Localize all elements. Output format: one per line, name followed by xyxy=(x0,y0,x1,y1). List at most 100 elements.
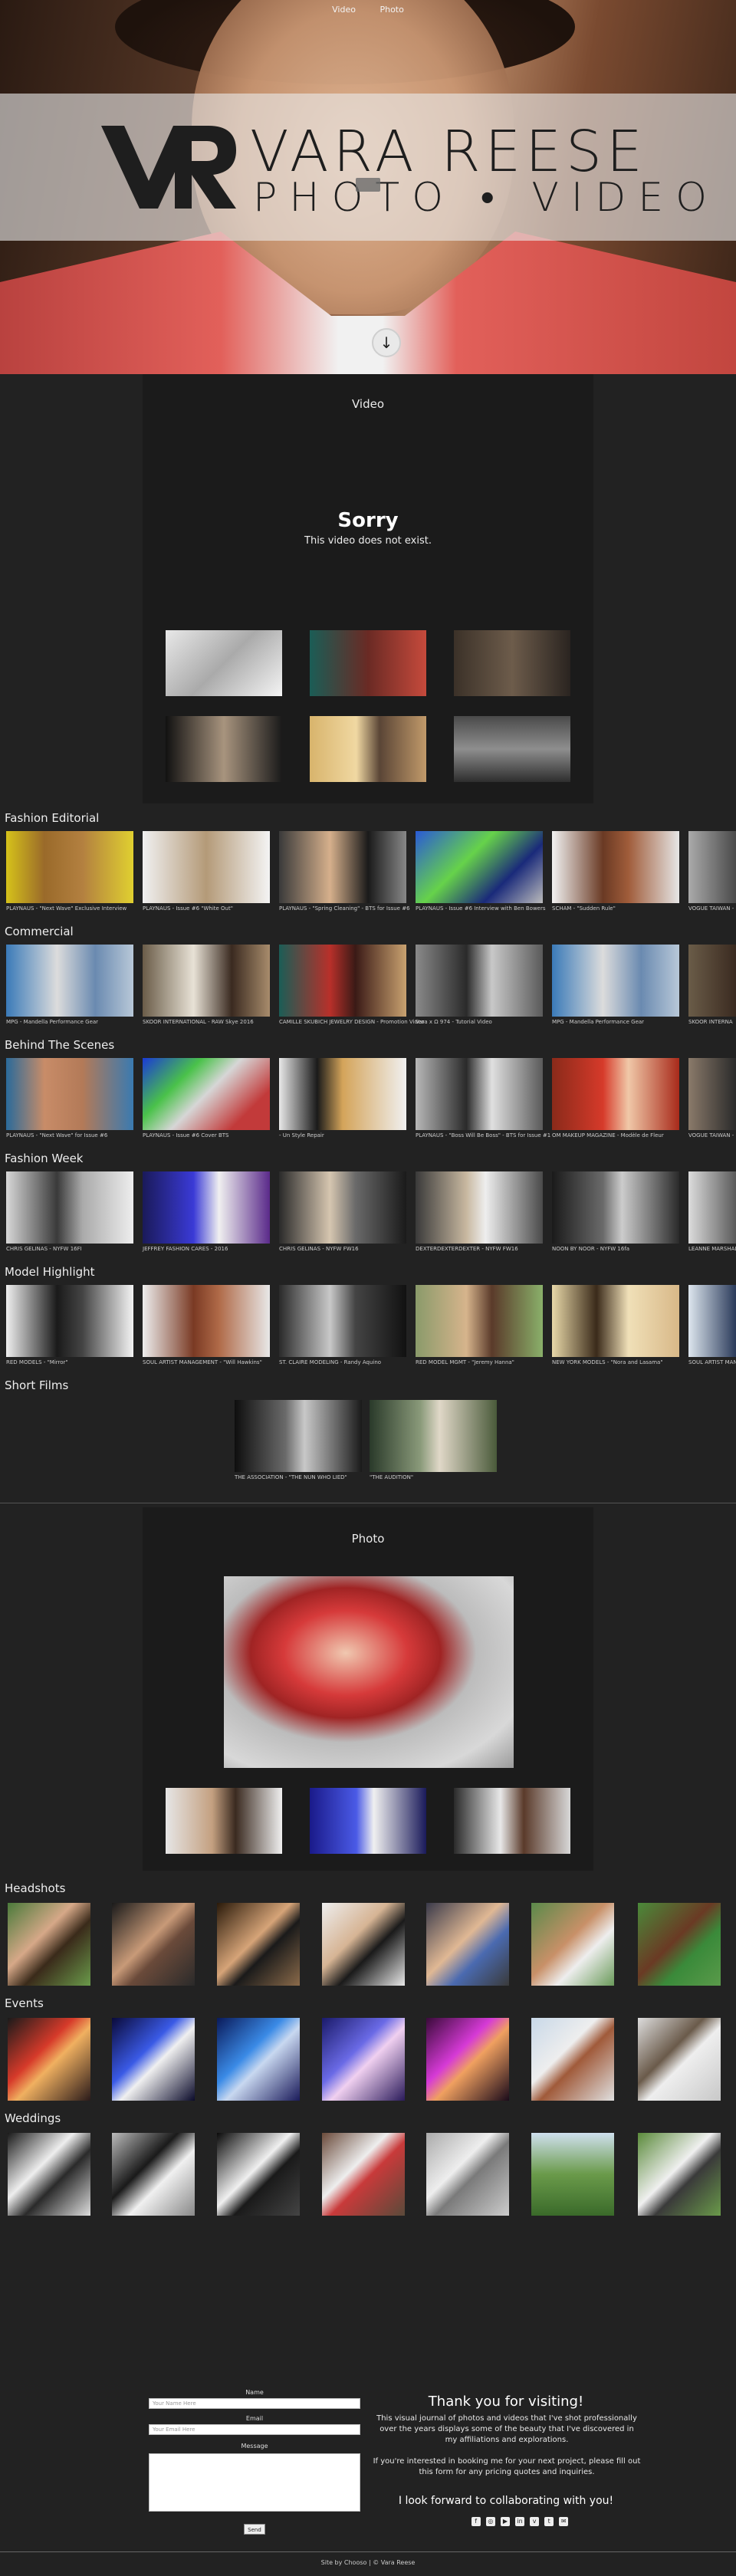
video-error-message: This video does not exist. xyxy=(304,535,432,547)
video-caption: CHRIS GELINAS - NYFW 16FI xyxy=(6,1246,82,1252)
video-item[interactable] xyxy=(370,1400,497,1472)
video-thumb[interactable] xyxy=(310,630,426,696)
video-item[interactable] xyxy=(416,1285,543,1357)
video-player[interactable]: Sorry This video does not exist. xyxy=(143,509,593,547)
video-caption: JEFFREY FASHION CARES - 2016 xyxy=(143,1246,228,1252)
video-item[interactable] xyxy=(143,1171,270,1244)
video-thumb[interactable] xyxy=(310,716,426,782)
footer-divider xyxy=(0,2551,736,2552)
photo-item[interactable] xyxy=(8,2018,90,2101)
short-films-label: Short Films xyxy=(5,1378,69,1392)
video-item[interactable] xyxy=(416,945,543,1017)
video-item[interactable] xyxy=(143,1058,270,1130)
video-item[interactable] xyxy=(279,1058,406,1130)
photo-item[interactable] xyxy=(217,2018,300,2101)
fashion-editorial-label: Fashion Editorial xyxy=(5,811,100,825)
name-field[interactable]: Your Name Here xyxy=(149,2398,360,2409)
youtube-icon[interactable]: ▶ xyxy=(500,2517,510,2526)
video-item[interactable] xyxy=(688,1058,736,1130)
video-caption: LEANNE MARSHALL xyxy=(688,1246,736,1252)
video-item[interactable] xyxy=(6,945,133,1017)
video-item[interactable] xyxy=(279,831,406,903)
send-button[interactable]: Send xyxy=(244,2524,265,2535)
photo-thumb[interactable] xyxy=(454,1788,570,1854)
video-item[interactable] xyxy=(279,1285,406,1357)
photo-item[interactable] xyxy=(531,1903,614,1986)
video-item[interactable] xyxy=(688,1171,736,1244)
photo-item[interactable] xyxy=(322,2133,405,2216)
video-caption: ST. CLAIRE MODELING - Randy Aquino xyxy=(279,1359,382,1365)
photo-item[interactable] xyxy=(112,1903,195,1986)
video-caption: SCHAM - "Sudden Rule" xyxy=(552,905,616,912)
video-item[interactable] xyxy=(143,1285,270,1357)
headshots-label: Headshots xyxy=(5,1881,66,1895)
social-links: f ◎ ▶ in v t ✉ xyxy=(443,2512,596,2526)
video-item[interactable] xyxy=(552,945,679,1017)
video-item[interactable] xyxy=(552,831,679,903)
message-field[interactable] xyxy=(149,2453,360,2512)
video-item[interactable] xyxy=(688,1285,736,1357)
video-item[interactable] xyxy=(688,945,736,1017)
video-item[interactable] xyxy=(416,1058,543,1130)
email-field[interactable]: Your Email Here xyxy=(149,2424,360,2435)
scroll-down-icon[interactable]: ↓ xyxy=(372,328,401,357)
twitter-icon[interactable]: t xyxy=(544,2517,554,2526)
video-item[interactable] xyxy=(552,1171,679,1244)
video-thumb[interactable] xyxy=(454,716,570,782)
photo-section: Photo xyxy=(143,1507,593,1871)
video-item[interactable] xyxy=(6,831,133,903)
photo-item[interactable] xyxy=(217,2133,300,2216)
instagram-icon[interactable]: ◎ xyxy=(485,2517,495,2526)
behind-the-scenes-captions: PLAYNAUS - "Next Wave" for Issue #6 PLAY… xyxy=(0,1132,736,1140)
photo-section-title: Photo xyxy=(351,1532,385,1546)
photo-item[interactable] xyxy=(531,2018,614,2101)
video-caption: SOUL ARTIST MANAGEMENT - "Will Hawkins" xyxy=(143,1359,262,1365)
photo-item[interactable] xyxy=(426,1903,509,1986)
footer-credit: Site by Chooso | © Vara Reese xyxy=(320,2559,416,2566)
featured-photo[interactable] xyxy=(224,1576,514,1768)
video-item[interactable] xyxy=(235,1400,362,1472)
linkedin-icon[interactable]: in xyxy=(515,2517,524,2526)
photo-item[interactable] xyxy=(531,2133,614,2216)
photo-item[interactable] xyxy=(638,2018,721,2101)
photo-item[interactable] xyxy=(322,2018,405,2101)
photo-item[interactable] xyxy=(638,1903,721,1986)
video-item[interactable] xyxy=(143,831,270,903)
video-item[interactable] xyxy=(6,1058,133,1130)
nav-video-link[interactable]: Video xyxy=(332,5,356,15)
photo-item[interactable] xyxy=(8,2133,90,2216)
brand-title: VARA REESE xyxy=(250,119,647,185)
nav-photo-link[interactable]: Photo xyxy=(380,5,403,15)
hero-control-button[interactable] xyxy=(356,178,380,192)
email-icon[interactable]: ✉ xyxy=(559,2517,569,2526)
photo-item[interactable] xyxy=(112,2133,195,2216)
photo-item[interactable] xyxy=(426,2133,509,2216)
photo-item[interactable] xyxy=(426,2018,509,2101)
video-item[interactable] xyxy=(6,1285,133,1357)
photo-item[interactable] xyxy=(217,1903,300,1986)
video-item[interactable] xyxy=(279,1171,406,1244)
photo-thumb[interactable] xyxy=(310,1788,426,1854)
video-item[interactable] xyxy=(416,1171,543,1244)
photo-item[interactable] xyxy=(112,2018,195,2101)
video-thumb[interactable] xyxy=(166,716,282,782)
photo-item[interactable] xyxy=(638,2133,721,2216)
thanks-paragraph-2: If you're interested in booking me for y… xyxy=(373,2457,641,2476)
photo-thumb[interactable] xyxy=(166,1788,282,1854)
video-item[interactable] xyxy=(552,1285,679,1357)
vimeo-icon[interactable]: v xyxy=(530,2517,540,2526)
video-item[interactable] xyxy=(688,831,736,903)
video-item[interactable] xyxy=(552,1058,679,1130)
video-item[interactable] xyxy=(6,1171,133,1244)
photo-item[interactable] xyxy=(8,1903,90,1986)
photo-item[interactable] xyxy=(322,1903,405,1986)
video-item[interactable] xyxy=(143,945,270,1017)
video-thumb[interactable] xyxy=(166,630,282,696)
video-thumb[interactable] xyxy=(454,630,570,696)
short-films-captions: THE ASSOCIATION - "THE NUN WHO LIED" "TH… xyxy=(0,1474,736,1482)
video-caption: SKOOR INTERNATIONAL - RAW Skye 2016 xyxy=(143,1019,254,1025)
video-item[interactable] xyxy=(279,945,406,1017)
video-item[interactable] xyxy=(416,831,543,903)
facebook-icon[interactable]: f xyxy=(471,2517,481,2526)
video-section: Video Sorry This video does not exist. xyxy=(143,374,593,803)
